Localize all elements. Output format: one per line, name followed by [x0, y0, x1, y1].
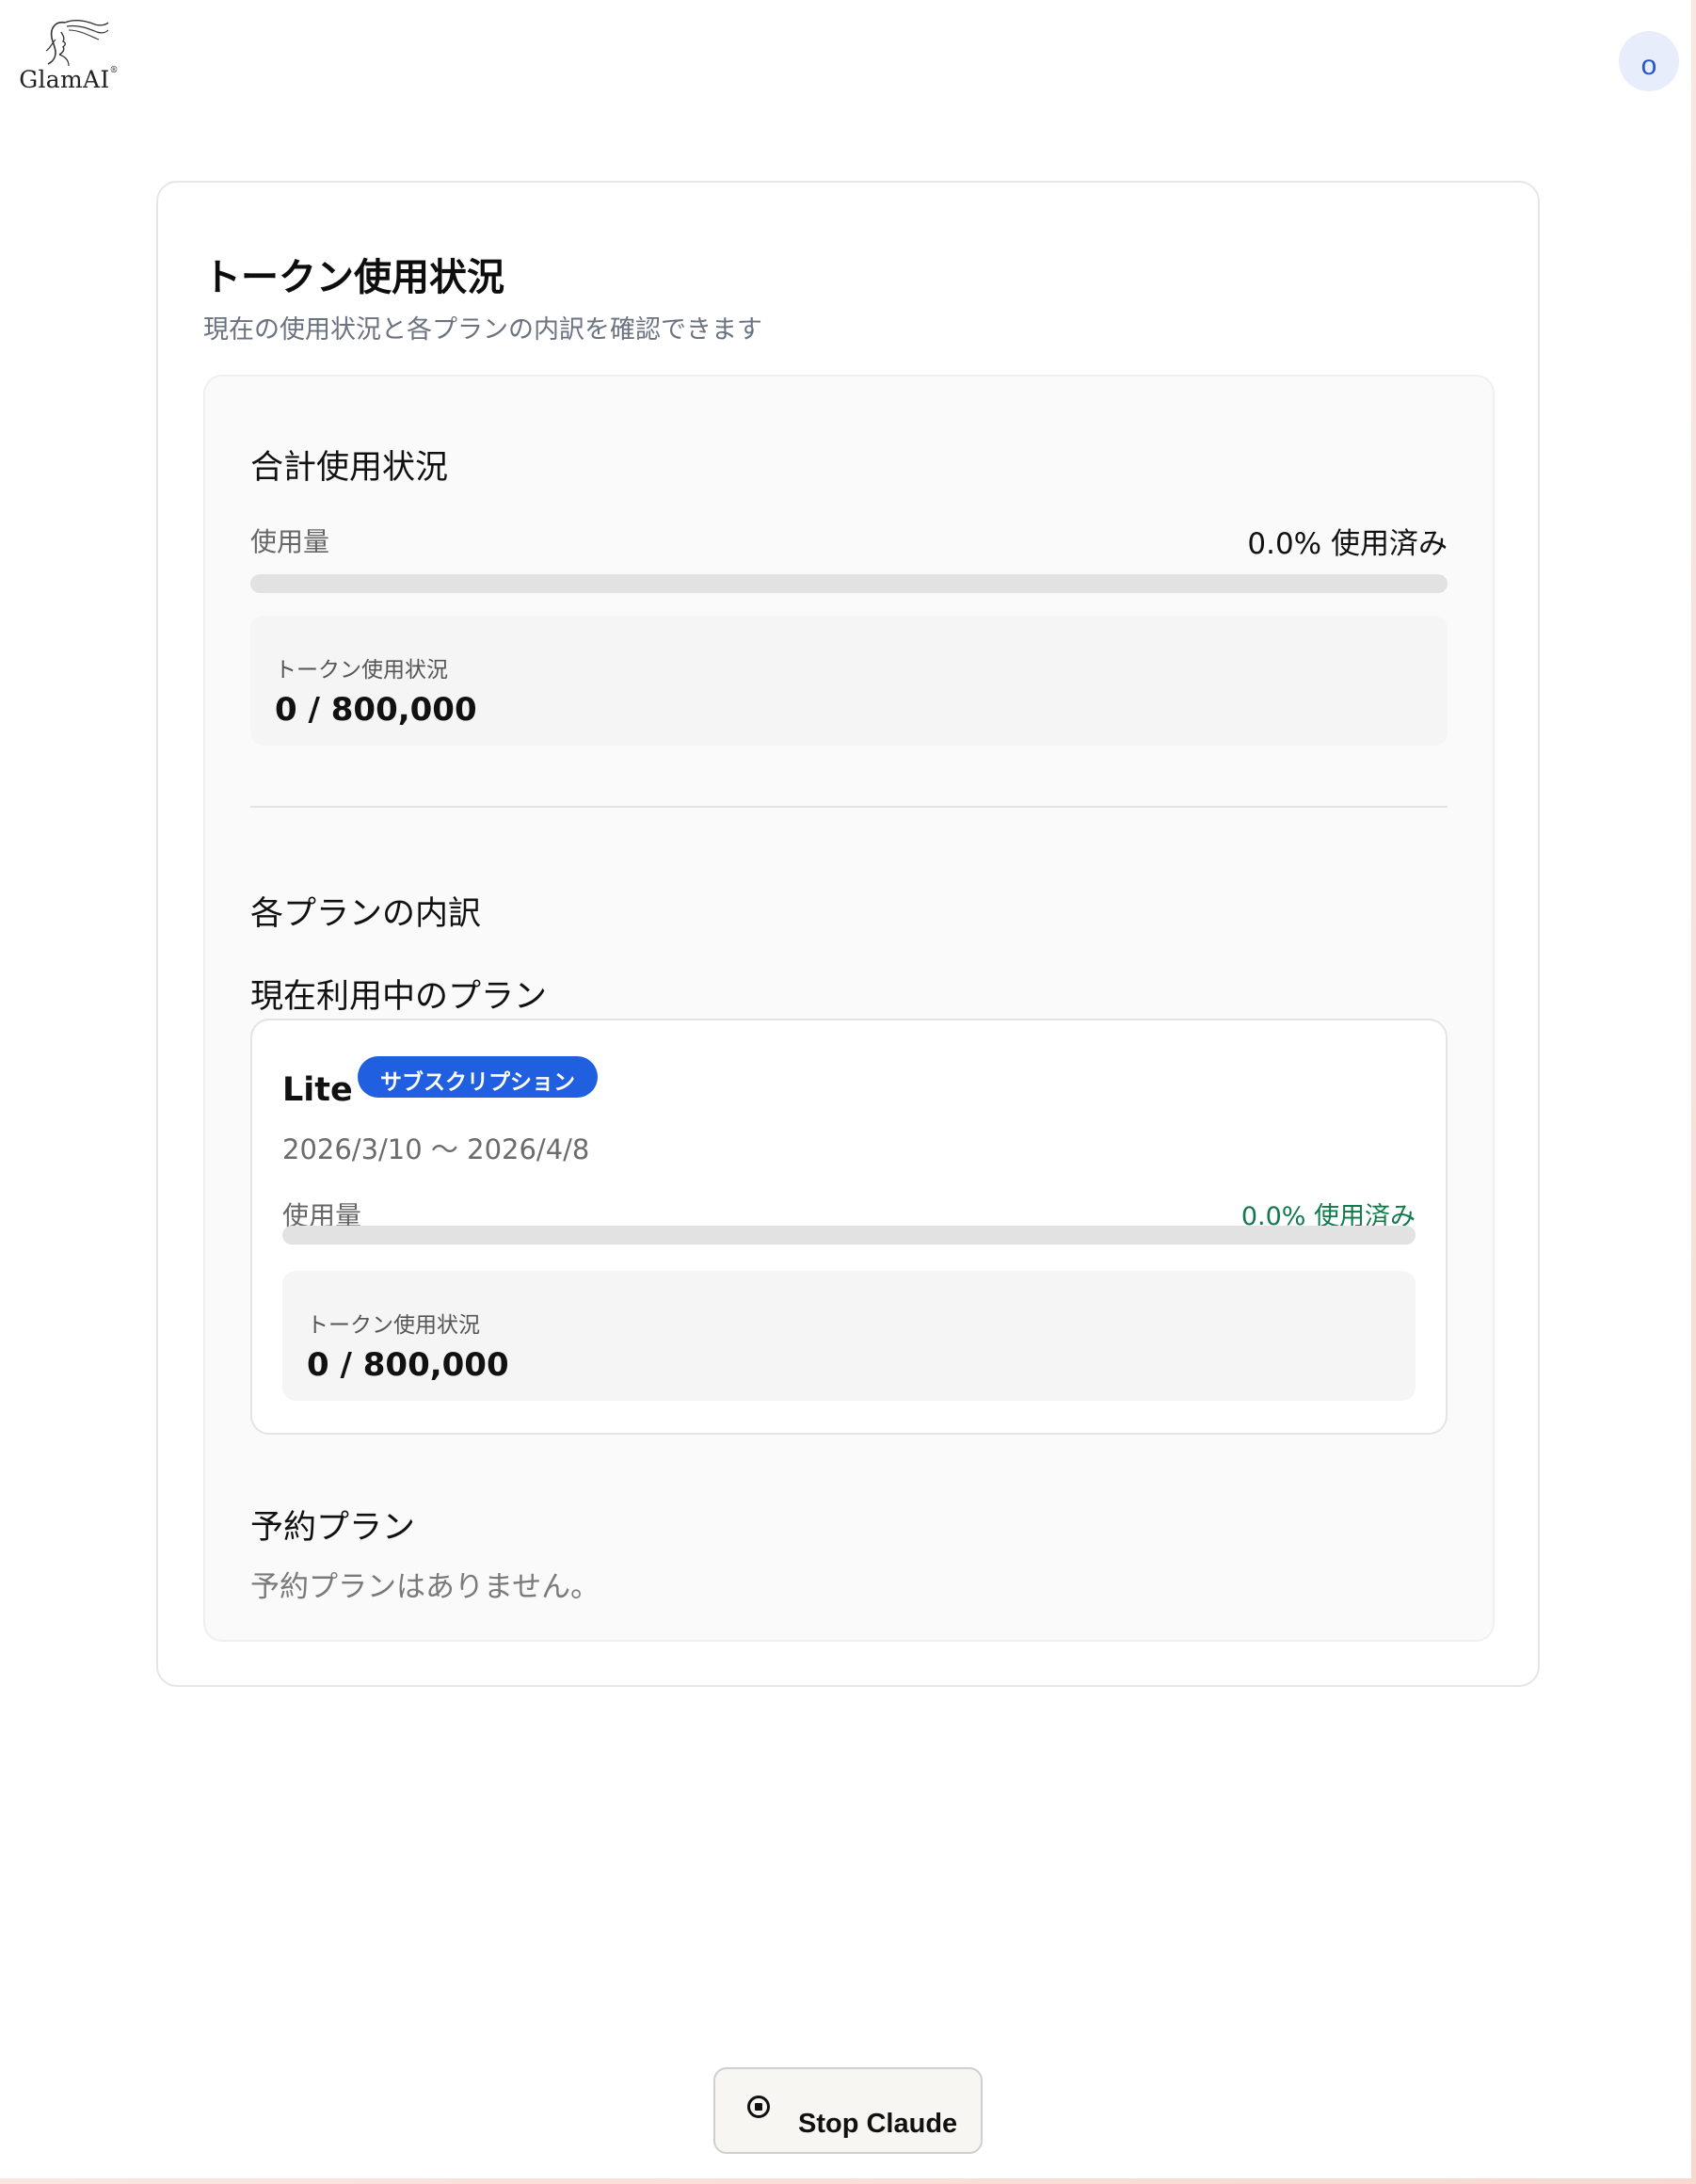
token-usage-card: トークン使用状況 現在の使用状況と各プランの内訳を確認できます 合計使用状況 使…: [156, 181, 1540, 1687]
page-subtitle: 現在の使用状況と各プランの内訳を確認できます: [203, 315, 762, 345]
total-token-value: 0 / 800,000: [275, 691, 477, 729]
current-plan-card: Lite サブスクリプション 2026/3/10 〜 2026/4/8 使用量 …: [250, 1019, 1448, 1435]
plan-period: 2026/3/10 〜 2026/4/8: [282, 1133, 590, 1165]
plan-token-box: トークン使用状況 0 / 800,000: [282, 1271, 1416, 1401]
registered-mark: ®: [109, 66, 119, 75]
window-edge-bottom: [0, 2178, 1696, 2184]
total-usage-label: 使用量: [250, 526, 330, 557]
stop-claude-label: Stop Claude: [798, 2109, 958, 2139]
plan-name: Lite: [282, 1071, 353, 1109]
glamai-logo[interactable]: GlamAI®: [17, 15, 120, 105]
reserved-plan-empty: 予約プランはありません。: [250, 1570, 600, 1604]
reserved-plan-title: 予約プラン: [250, 1509, 416, 1547]
total-token-label: トークン使用状況: [275, 658, 448, 682]
plan-type-badge: サブスクリプション: [358, 1056, 598, 1098]
plan-token-label: トークン使用状況: [307, 1313, 480, 1338]
current-plan-title: 現在利用中のプラン: [250, 978, 548, 1016]
user-avatar[interactable]: o: [1619, 31, 1679, 91]
total-usage-percent: 0.0% 使用済み: [1247, 527, 1448, 561]
logo-text: GlamAI: [19, 66, 110, 93]
section-divider: [250, 806, 1448, 808]
window-edge-right: [1691, 0, 1696, 2184]
plan-token-value: 0 / 800,000: [307, 1346, 509, 1384]
total-token-box: トークン使用状況 0 / 800,000: [250, 616, 1448, 746]
plan-usage-bar: [282, 1226, 1416, 1245]
stop-circle-icon: [747, 2096, 770, 2118]
stop-claude-button[interactable]: Stop Claude: [713, 2067, 983, 2154]
usage-details-panel: 合計使用状況 使用量 0.0% 使用済み トークン使用状況 0 / 800,00…: [203, 375, 1495, 1642]
total-usage-title: 合計使用状況: [250, 449, 449, 487]
page-title: トークン使用状況: [203, 256, 504, 299]
woman-profile-icon: [45, 20, 109, 67]
breakdown-title: 各プランの内訳: [250, 895, 482, 933]
total-usage-bar: [250, 574, 1448, 593]
avatar-initial: o: [1640, 50, 1657, 81]
